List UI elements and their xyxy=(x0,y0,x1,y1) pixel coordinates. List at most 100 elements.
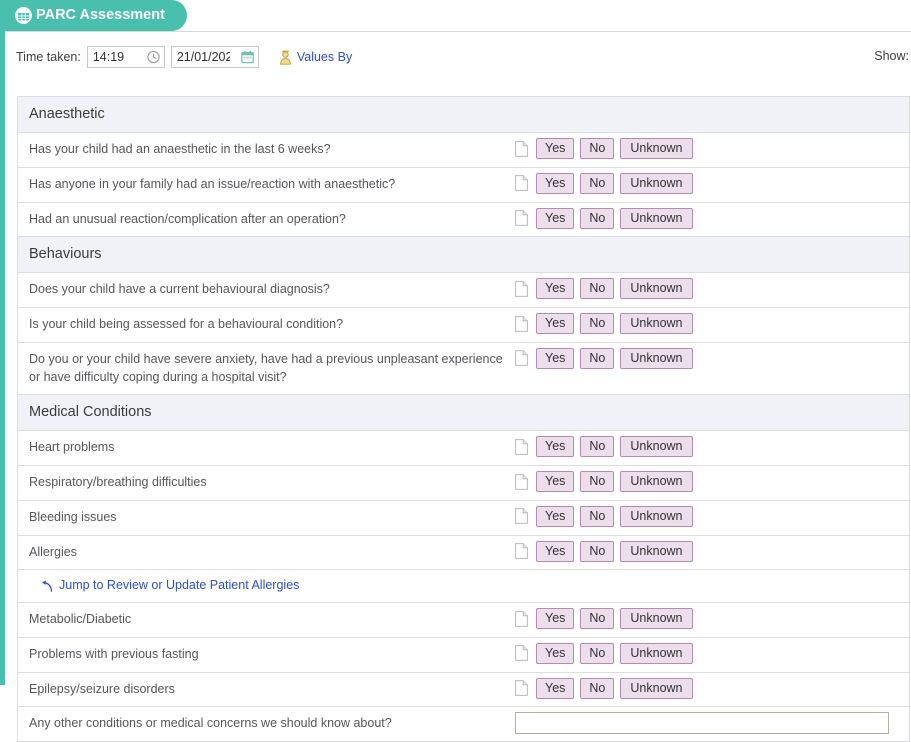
time-taken-label: Time taken: xyxy=(16,50,81,64)
question-row: Metabolic/Diabetic Yes No Unknown xyxy=(18,603,909,638)
unknown-button[interactable]: Unknown xyxy=(620,436,693,458)
question-label: Epilepsy/seizure disorders xyxy=(29,681,175,696)
unknown-button[interactable]: Unknown xyxy=(620,347,693,369)
values-by-button[interactable]: Values By xyxy=(279,50,352,65)
yes-button[interactable]: Yes xyxy=(536,677,575,699)
document-icon[interactable] xyxy=(515,438,528,455)
jump-link-row: Jump to Review or Update Patient Allergi… xyxy=(18,570,909,603)
answer-cell: Yes No Unknown xyxy=(515,203,909,234)
document-icon[interactable] xyxy=(515,473,528,490)
document-icon[interactable] xyxy=(515,175,528,192)
show-label: Show: xyxy=(874,49,909,63)
no-button[interactable]: No xyxy=(580,505,615,527)
question-label: Metabolic/Diabetic xyxy=(29,612,132,626)
section-title: Medical Conditions xyxy=(29,404,152,421)
question-label: Is your child being assessed for a behav… xyxy=(29,317,344,331)
answer-cell: Yes No Unknown xyxy=(515,343,909,374)
unknown-button[interactable]: Unknown xyxy=(620,608,693,629)
question-label: Heart problems xyxy=(29,440,115,455)
answer-cell: Yes No Unknown xyxy=(515,133,909,164)
answer-cell-empty xyxy=(515,570,909,580)
document-icon[interactable] xyxy=(515,645,528,662)
question-label: Any other conditions or medical concerns… xyxy=(29,716,392,731)
no-button[interactable]: No xyxy=(580,313,615,334)
question-row: Epilepsy/seizure disorders Yes No Unknown xyxy=(18,673,909,708)
tab-bar: PARC Assessment xyxy=(5,0,911,32)
section-title: Anaesthetic xyxy=(29,106,105,123)
tab-label: PARC Assessment xyxy=(36,6,165,23)
parc-assessment-window: PARC Assessment Time taken: 14:19 21/01/… xyxy=(0,0,911,742)
values-by-label: Values By xyxy=(296,50,353,64)
unknown-button[interactable]: Unknown xyxy=(620,207,693,229)
no-button[interactable]: No xyxy=(580,172,615,194)
document-icon[interactable] xyxy=(515,315,528,332)
document-icon[interactable] xyxy=(515,210,528,226)
no-button[interactable]: No xyxy=(580,207,615,229)
document-icon[interactable] xyxy=(515,543,528,559)
date-field[interactable] xyxy=(170,46,259,68)
yes-button[interactable]: Yes xyxy=(536,138,575,159)
answer-cell: Yes No Unknown xyxy=(515,501,909,532)
other-conditions-input[interactable] xyxy=(515,712,889,735)
yes-button[interactable]: Yes xyxy=(536,172,575,194)
no-button[interactable]: No xyxy=(580,642,615,664)
document-icon[interactable] xyxy=(515,350,528,367)
no-button[interactable]: No xyxy=(580,540,615,562)
question-label: Problems with previous fasting xyxy=(29,646,199,661)
unknown-button[interactable]: Unknown xyxy=(620,540,693,562)
yes-button[interactable]: Yes xyxy=(536,347,575,369)
unknown-button[interactable]: Unknown xyxy=(620,642,693,664)
time-taken-field[interactable] xyxy=(86,46,165,68)
no-button[interactable]: No xyxy=(580,138,615,159)
unknown-button[interactable]: Unknown xyxy=(620,505,693,527)
yes-button[interactable]: Yes xyxy=(536,471,575,492)
unknown-button[interactable]: Unknown xyxy=(620,471,693,492)
no-button[interactable]: No xyxy=(580,471,615,492)
answer-cell: Yes No Unknown xyxy=(515,673,909,704)
yes-button[interactable]: Yes xyxy=(536,642,575,664)
section-header-row: Behaviours xyxy=(18,237,909,274)
document-icon[interactable] xyxy=(515,140,528,157)
yes-button[interactable]: Yes xyxy=(536,540,575,562)
document-icon[interactable] xyxy=(515,508,528,525)
toolbar: Time taken: 14:19 21/01/2021 Values By S… xyxy=(5,32,911,82)
yes-button[interactable]: Yes xyxy=(536,278,575,300)
unknown-button[interactable]: Unknown xyxy=(620,172,693,194)
answer-cell: Yes No Unknown xyxy=(515,168,909,199)
no-button[interactable]: No xyxy=(580,278,615,300)
yes-button[interactable]: Yes xyxy=(536,207,575,229)
document-icon[interactable] xyxy=(515,280,528,297)
tab-parc-assessment[interactable]: PARC Assessment xyxy=(5,0,187,31)
yes-button[interactable]: Yes xyxy=(536,436,575,458)
user-icon xyxy=(279,50,292,65)
unknown-button[interactable]: Unknown xyxy=(620,677,693,699)
question-row: Heart problems Yes No Unknown xyxy=(18,431,909,466)
question-label: Bleeding issues xyxy=(29,509,117,524)
yes-button[interactable]: Yes xyxy=(536,505,575,527)
yes-button[interactable]: Yes xyxy=(536,608,575,629)
time-input[interactable] xyxy=(87,47,138,67)
unknown-button[interactable]: Unknown xyxy=(620,278,693,300)
no-button[interactable]: No xyxy=(580,347,615,369)
date-input[interactable] xyxy=(171,47,234,67)
unknown-button[interactable]: Unknown xyxy=(620,313,693,334)
section-header-row: Anaesthetic xyxy=(18,97,909,133)
calendar-icon[interactable] xyxy=(241,51,254,64)
yes-button[interactable]: Yes xyxy=(536,313,575,334)
jump-to-allergies-link[interactable]: Jump to Review or Update Patient Allergi… xyxy=(59,577,299,595)
question-row: Has your child had an anaesthetic in the… xyxy=(18,133,909,168)
grid-table-icon xyxy=(15,7,32,24)
answer-cell: Yes No Unknown xyxy=(515,638,909,669)
no-button[interactable]: No xyxy=(580,677,615,699)
document-icon[interactable] xyxy=(515,680,528,696)
no-button[interactable]: No xyxy=(580,436,615,458)
unknown-button[interactable]: Unknown xyxy=(620,138,693,159)
question-label: Respiratory/breathing difficulties xyxy=(29,475,207,489)
section-header-row: Medical Conditions xyxy=(18,395,909,432)
document-icon[interactable] xyxy=(515,610,528,627)
answer-cell xyxy=(515,707,909,739)
no-button[interactable]: No xyxy=(580,608,615,629)
answer-cell: Yes No Unknown xyxy=(515,308,909,339)
jump-link-cell: Jump to Review or Update Patient Allergi… xyxy=(18,570,515,602)
clock-icon[interactable] xyxy=(147,50,160,64)
